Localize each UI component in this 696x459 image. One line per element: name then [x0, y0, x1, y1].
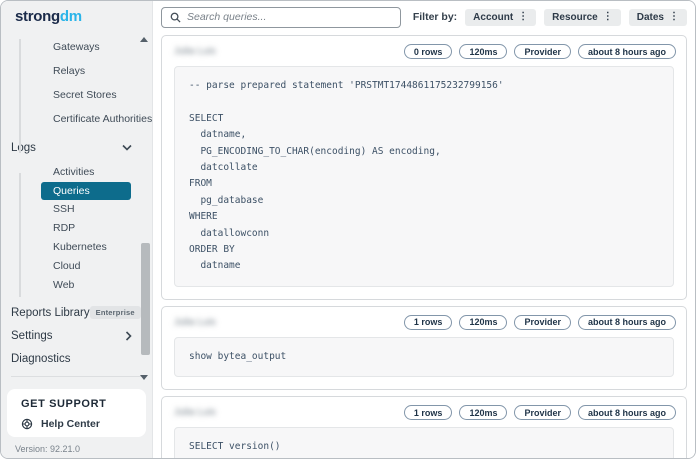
logs-subitems: Activities Queries SSH RDP Kubernetes Cl…: [1, 159, 152, 301]
sidebar-item-cloud[interactable]: Cloud: [1, 257, 152, 276]
sidebar-item-web[interactable]: Web: [1, 276, 152, 295]
query-card-header: Julia Luis 0 rows 120ms Provider about 8…: [162, 36, 686, 66]
chevron-down-icon: [122, 144, 132, 151]
get-support-heading: GET SUPPORT: [21, 398, 107, 410]
rows-badge: 0 rows: [403, 44, 453, 59]
time-badge: about 8 hours ago: [577, 405, 676, 421]
search-icon: [170, 12, 181, 23]
rows-badge: 1 rows: [403, 314, 453, 330]
sidebar-item-ssh[interactable]: SSH: [1, 200, 152, 219]
provider-badge: Provider: [514, 44, 571, 59]
kebab-menu-icon: ⋮: [669, 11, 679, 22]
filter-by-label: Filter by:: [412, 11, 458, 23]
query-badges: 1 rows 120ms Provider about 8 hours ago: [403, 405, 676, 421]
logo-dm-text: dm: [59, 7, 82, 25]
help-center-link[interactable]: Help Center: [21, 418, 146, 430]
query-badges: 1 rows 120ms Provider about 8 hours ago: [403, 314, 676, 330]
kebab-menu-icon: ⋮: [518, 11, 529, 22]
filter-account-label: Account: [473, 11, 514, 23]
main-area: Filter by: Account ⋮ Resource ⋮ Dates ⋮ …: [153, 1, 695, 458]
duration-badge: 120ms: [459, 405, 508, 421]
app-window: strongdm Gateways Relays Secret Stores C…: [0, 0, 696, 459]
duration-badge: 120ms: [459, 44, 508, 59]
filter-account-button[interactable]: Account ⋮: [465, 8, 537, 26]
search-input[interactable]: [187, 11, 392, 23]
provider-badge: Provider: [514, 405, 571, 421]
time-badge: about 8 hours ago: [577, 44, 676, 59]
sidebar-scroll-up-arrow[interactable]: [140, 37, 148, 42]
sidebar-item-diagnostics[interactable]: Diagnostics: [1, 347, 152, 370]
duration-badge: 120ms: [459, 314, 508, 330]
kebab-menu-icon: ⋮: [602, 11, 613, 22]
sidebar-item-gateways[interactable]: Gateways: [1, 35, 152, 59]
logs-label: Logs: [11, 141, 36, 154]
sidebar-item-queries[interactable]: Queries: [41, 182, 131, 200]
sidebar-item-secret-stores[interactable]: Secret Stores: [1, 83, 152, 107]
logo-row: strongdm: [1, 1, 152, 31]
enterprise-badge: Enterprise: [89, 306, 141, 319]
topbar: Filter by: Account ⋮ Resource ⋮ Dates ⋮: [153, 1, 695, 33]
sidebar: strongdm Gateways Relays Secret Stores C…: [1, 1, 153, 458]
sidebar-item-certificate-authorities[interactable]: Certificate Authorities: [1, 107, 152, 131]
filter-resource-button[interactable]: Resource ⋮: [544, 8, 621, 26]
provider-badge: Provider: [514, 314, 571, 330]
sidebar-scroll-down-arrow[interactable]: [140, 375, 148, 380]
sidebar-item-download-install[interactable]: Download & Install: [1, 383, 152, 385]
sidebar-item-activities[interactable]: Activities: [1, 163, 152, 182]
query-sql-text: -- parse prepared statement 'PRSTMT17448…: [174, 66, 674, 287]
get-support-card: GET SUPPORT Help Center: [7, 389, 146, 437]
query-sql-text: SELECT version(): [174, 427, 674, 458]
query-sql-text: show bytea_output: [174, 336, 674, 378]
filter-dates-button[interactable]: Dates ⋮: [628, 8, 687, 26]
time-badge: about 8 hours ago: [577, 314, 676, 330]
rows-badge: 1 rows: [403, 405, 453, 421]
redacted-user-name: Julia Luis: [174, 316, 216, 328]
sidebar-scrollbar-thumb[interactable]: [141, 243, 150, 355]
redacted-user-name: Julia Luis: [174, 46, 216, 57]
query-list: Julia Luis 0 rows 120ms Provider about 8…: [153, 33, 695, 458]
query-card[interactable]: Julia Luis 1 rows 120ms Provider about 8…: [161, 305, 687, 391]
redacted-user-name: Julia Luis: [174, 407, 216, 419]
sidebar-divider: [11, 376, 142, 377]
help-center-label: Help Center: [41, 418, 100, 430]
reports-library-label: Reports Library: [11, 306, 90, 319]
sidebar-item-rdp[interactable]: RDP: [1, 219, 152, 238]
version-text: Version: 92.21.0: [15, 444, 81, 454]
query-card[interactable]: Julia Luis 0 rows 120ms Provider about 8…: [161, 35, 687, 300]
strongdm-logo[interactable]: strongdm: [15, 8, 82, 25]
query-card[interactable]: Julia Luis 1 rows 120ms Provider about 8…: [161, 396, 687, 458]
filter-resource-label: Resource: [552, 11, 598, 23]
sidebar-item-relays[interactable]: Relays: [1, 59, 152, 83]
chevron-right-icon: [125, 330, 132, 341]
query-card-header: Julia Luis 1 rows 120ms Provider about 8…: [162, 397, 686, 427]
sidebar-item-settings[interactable]: Settings: [1, 324, 152, 347]
settings-label: Settings: [11, 329, 53, 342]
sidebar-item-logs[interactable]: Logs: [1, 136, 152, 159]
sidebar-item-kubernetes[interactable]: Kubernetes: [1, 238, 152, 257]
query-badges: 0 rows 120ms Provider about 8 hours ago: [403, 44, 676, 59]
life-ring-icon: [21, 418, 33, 430]
diagnostics-label: Diagnostics: [11, 352, 71, 365]
sidebar-item-reports-library[interactable]: Reports Library Enterprise: [1, 301, 152, 324]
search-box: [161, 6, 401, 28]
query-card-header: Julia Luis 1 rows 120ms Provider about 8…: [162, 307, 686, 337]
sidebar-nav: Gateways Relays Secret Stores Certificat…: [1, 31, 152, 385]
filter-dates-label: Dates: [636, 11, 664, 23]
logo-strong-text: strong: [15, 7, 60, 25]
